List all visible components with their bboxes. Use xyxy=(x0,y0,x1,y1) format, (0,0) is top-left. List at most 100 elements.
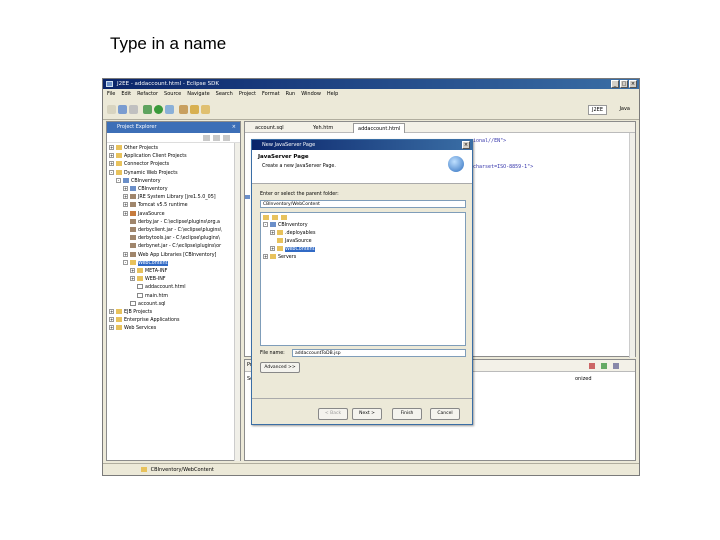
back-button[interactable]: < Back xyxy=(318,408,348,420)
tree-item[interactable]: JavaSource xyxy=(270,238,312,246)
tree-item[interactable]: + Web Services xyxy=(109,325,156,333)
tree-item[interactable]: + Application Client Projects xyxy=(109,153,187,161)
tree-item[interactable]: account.sql xyxy=(123,300,166,309)
expand-toggle-icon[interactable]: + xyxy=(123,251,128,257)
tree-scrollbar[interactable] xyxy=(234,143,240,461)
expand-toggle-icon[interactable]: - xyxy=(263,222,268,227)
tree-item[interactable]: derbyclient.jar - C:\eclipse\plugins\ xyxy=(123,227,221,235)
menu-help[interactable]: Help xyxy=(327,89,338,100)
tree-item[interactable]: + Web App Libraries [CBInventory] xyxy=(123,251,216,260)
expand-toggle-icon[interactable]: + xyxy=(109,145,114,150)
tree-item[interactable]: - CBInventory xyxy=(263,222,308,230)
run-icon[interactable] xyxy=(154,105,163,114)
perspective-java[interactable]: Java xyxy=(616,105,633,115)
tree-item[interactable]: + WEB-INF xyxy=(130,276,166,284)
open-resource-icon[interactable] xyxy=(190,105,199,114)
expand-toggle-icon[interactable]: + xyxy=(123,194,128,200)
tree-item[interactable]: + Enterprise Applications xyxy=(109,317,180,325)
search-icon[interactable] xyxy=(165,105,174,114)
tree-item[interactable]: main.htm xyxy=(130,292,168,301)
open-type-icon[interactable] xyxy=(179,105,188,114)
tree-item[interactable]: + Connector Projects xyxy=(109,161,169,169)
window-title: J2EE - addaccount.html - Eclipse SDK xyxy=(117,81,219,87)
close-view-icon[interactable]: × xyxy=(232,122,236,133)
menu-search[interactable]: Search xyxy=(216,89,233,100)
parent-folder-input[interactable]: CBInventory/WebContent xyxy=(260,200,466,208)
menu-run[interactable]: Run xyxy=(286,89,296,100)
view-menu-icon[interactable] xyxy=(613,363,619,369)
code-line-doctype[interactable]: ional//EN"> xyxy=(473,138,506,144)
collapse-all-icon[interactable] xyxy=(203,135,210,141)
editor-scrollbar[interactable] xyxy=(629,133,635,358)
tree-item[interactable]: + EJB Projects xyxy=(109,309,152,317)
maximize-button[interactable]: □ xyxy=(620,80,628,88)
tree-item[interactable]: addaccount.html xyxy=(130,284,186,292)
print-icon[interactable] xyxy=(129,105,138,114)
tree-item[interactable]: + JavaSource xyxy=(123,210,165,219)
proj-icon xyxy=(270,222,276,227)
advanced-button[interactable]: Advanced >> xyxy=(260,362,300,373)
finish-button[interactable]: Finish xyxy=(392,408,422,420)
tree-item[interactable]: - CBInventory xyxy=(116,177,161,186)
expand-toggle-icon[interactable]: + xyxy=(123,210,128,216)
tab-yeh-htm[interactable]: Yeh.htm xyxy=(309,123,337,133)
expand-toggle-icon[interactable]: + xyxy=(123,202,128,208)
debug-icon[interactable] xyxy=(143,105,152,114)
tree-item[interactable]: + CBInventory xyxy=(123,186,168,194)
tree-item[interactable]: + Servers xyxy=(263,254,296,262)
next-button[interactable]: Next > xyxy=(352,408,382,420)
tree-item[interactable]: + Other Projects xyxy=(109,145,158,153)
menu-refactor[interactable]: Refactor xyxy=(137,89,158,100)
tree-item[interactable]: derbynet.jar - C:\eclipse\plugins\or xyxy=(123,243,221,251)
tree-item[interactable]: + Tomcat v5.5 runtime xyxy=(123,202,188,210)
back-arrow-icon[interactable] xyxy=(272,215,278,220)
cancel-button[interactable]: Cancel xyxy=(430,408,460,420)
menu-file[interactable]: File xyxy=(107,89,115,100)
menu-navigate[interactable]: Navigate xyxy=(187,89,209,100)
menu-window[interactable]: Window xyxy=(301,89,321,100)
expand-toggle-icon[interactable]: - xyxy=(123,259,128,265)
expand-toggle-icon[interactable]: + xyxy=(109,317,114,323)
start-icon[interactable] xyxy=(601,363,607,369)
tree-item[interactable]: derby.jar - C:\eclipse\plugins\org.a xyxy=(123,218,220,227)
minimize-button[interactable]: _ xyxy=(611,80,619,88)
forward-arrow-icon[interactable] xyxy=(281,215,287,220)
expand-toggle-icon[interactable]: + xyxy=(109,161,114,167)
home-icon[interactable] xyxy=(263,215,269,220)
expand-toggle-icon[interactable]: + xyxy=(109,325,114,331)
tree-item[interactable]: derbytools.jar - C:\eclipse\plugins\ xyxy=(123,235,220,243)
tree-item[interactable]: + JRE System Library [jre1.5.0_05] xyxy=(123,194,216,202)
stop-icon[interactable] xyxy=(589,363,595,369)
menu-project[interactable]: Project xyxy=(239,89,256,100)
tab-addaccount-html[interactable]: addaccount.html xyxy=(353,123,406,133)
code-line-meta[interactable]: charset=ISO-8859-1"> xyxy=(473,164,533,170)
save-icon[interactable] xyxy=(118,105,127,114)
tree-item[interactable]: - Dynamic Web Projects xyxy=(109,169,178,178)
close-button[interactable]: × xyxy=(629,80,637,88)
expand-toggle-icon[interactable]: + xyxy=(270,246,275,251)
perspective-j2ee[interactable]: J2EE xyxy=(588,105,607,115)
expand-toggle-icon[interactable]: + xyxy=(123,186,128,191)
expand-toggle-icon[interactable]: + xyxy=(130,268,135,273)
link-editor-icon[interactable] xyxy=(213,135,220,141)
tree-item[interactable]: + WebContent xyxy=(270,246,315,254)
view-menu-icon[interactable] xyxy=(223,135,230,141)
expand-toggle-icon[interactable]: - xyxy=(116,177,121,183)
tab-account-sql[interactable]: account.sql xyxy=(251,123,288,133)
expand-toggle-icon[interactable]: + xyxy=(263,254,268,259)
expand-toggle-icon[interactable]: + xyxy=(130,276,135,282)
tree-item[interactable]: + .deployables xyxy=(270,230,315,238)
new-icon[interactable] xyxy=(107,105,116,114)
expand-toggle-icon[interactable]: + xyxy=(109,153,114,159)
back-icon[interactable] xyxy=(201,105,210,114)
expand-toggle-icon[interactable]: + xyxy=(109,309,114,314)
menu-format[interactable]: Format xyxy=(262,89,280,100)
dialog-close-button[interactable]: × xyxy=(462,141,470,149)
filename-input[interactable]: addaccountToDB.jsp xyxy=(292,349,466,357)
menu-edit[interactable]: Edit xyxy=(121,89,131,100)
tree-item[interactable]: + META-INF xyxy=(130,268,167,276)
expand-toggle-icon[interactable]: - xyxy=(109,169,114,175)
tree-item[interactable]: - WebContent xyxy=(123,259,168,268)
expand-toggle-icon[interactable]: + xyxy=(270,230,275,235)
menu-source[interactable]: Source xyxy=(164,89,181,100)
